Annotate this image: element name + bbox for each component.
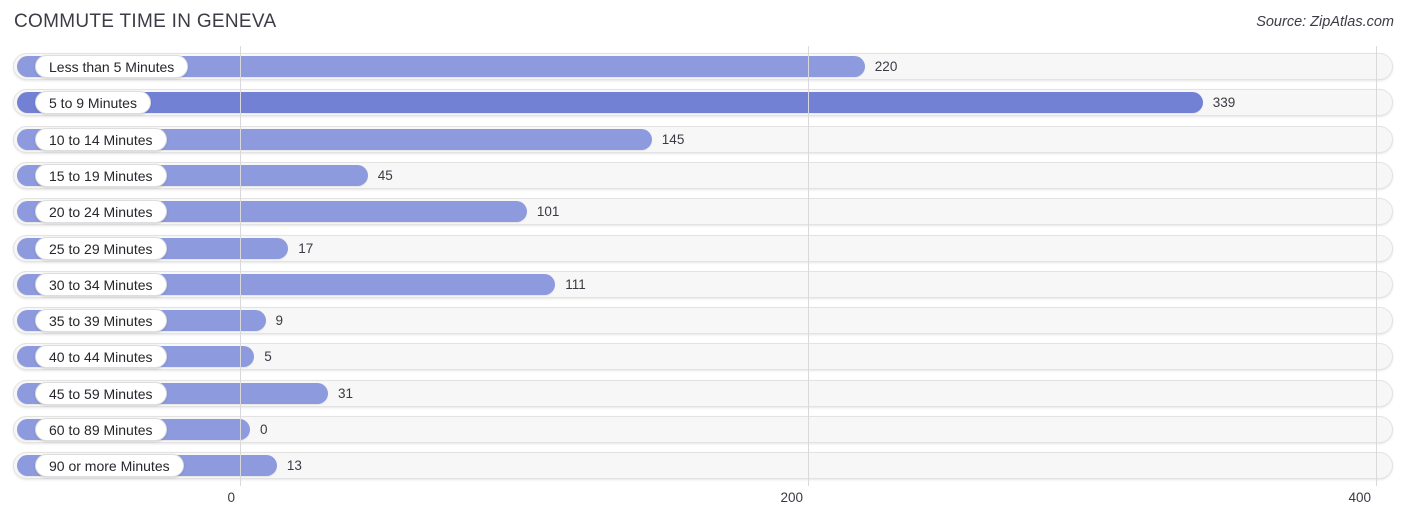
bar-value-label: 9 xyxy=(275,313,284,329)
bar-value-label: 101 xyxy=(536,204,560,220)
bar-value-label: 0 xyxy=(260,422,268,437)
bar-row[interactable]: 45 to 59 Minutes 31 xyxy=(13,379,1393,407)
category-label: 30 to 34 Minutes xyxy=(35,272,167,296)
category-label: 15 to 19 Minutes xyxy=(35,163,167,187)
bar-value-label: 31 xyxy=(338,385,354,401)
page-title: COMMUTE TIME IN GENEVA xyxy=(14,11,277,32)
plot-area: Less than 5 Minutes 220 5 to 9 Minutes 339 1… xyxy=(0,46,1406,486)
bar-row[interactable]: 60 to 89 Minutes 0 xyxy=(13,416,1393,443)
x-axis: 0 200 400 xyxy=(0,486,1406,523)
bar-value-label: 339 xyxy=(1212,95,1236,111)
x-axis-tick-label: 0 xyxy=(227,490,235,505)
category-label: 60 to 89 Minutes xyxy=(35,418,167,441)
category-label: Less than 5 Minutes xyxy=(35,55,189,78)
bar-row[interactable]: 10 to 14 Minutes 145 xyxy=(13,125,1393,153)
bar-value-label: 45 xyxy=(377,167,393,183)
bar-value-label: 17 xyxy=(298,240,314,256)
x-axis-tick-label: 200 xyxy=(780,490,803,505)
bar-row[interactable]: Less than 5 Minutes 220 xyxy=(13,53,1393,80)
bar[interactable] xyxy=(17,92,1203,114)
category-label: 90 or more Minutes xyxy=(35,454,184,478)
bar-value-label: 220 xyxy=(874,59,898,74)
category-label: 40 to 44 Minutes xyxy=(35,345,167,369)
bar-rows: Less than 5 Minutes 220 5 to 9 Minutes 339 1… xyxy=(0,46,1406,486)
category-label: 45 to 59 Minutes xyxy=(35,381,167,405)
bar-row[interactable]: 90 or more Minutes 13 xyxy=(13,452,1393,480)
bar-row[interactable]: 35 to 39 Minutes 9 xyxy=(13,307,1393,335)
bar-value-label: 5 xyxy=(264,349,272,365)
bar-row[interactable]: 20 to 24 Minutes 101 xyxy=(13,198,1393,226)
category-label: 25 to 29 Minutes xyxy=(35,236,167,260)
bar-value-label: 111 xyxy=(565,276,586,292)
bar-row[interactable]: 25 to 29 Minutes 17 xyxy=(13,234,1393,262)
bar-row[interactable]: 30 to 34 Minutes 111 xyxy=(13,270,1393,298)
bar-value-label: 13 xyxy=(286,458,302,474)
category-label: 10 to 14 Minutes xyxy=(35,127,167,151)
bar-row[interactable]: 40 to 44 Minutes 5 xyxy=(13,343,1393,371)
chart-page: COMMUTE TIME IN GENEVA Source: ZipAtlas.… xyxy=(0,0,1406,523)
category-label: 35 to 39 Minutes xyxy=(35,309,167,333)
x-axis-tick-label: 400 xyxy=(1348,490,1371,505)
source-attribution: Source: ZipAtlas.com xyxy=(1256,14,1394,30)
category-label: 5 to 9 Minutes xyxy=(35,91,151,115)
category-label: 20 to 24 Minutes xyxy=(35,200,167,224)
bar-row[interactable]: 5 to 9 Minutes 339 xyxy=(13,89,1393,117)
bar-row[interactable]: 15 to 19 Minutes 45 xyxy=(13,161,1393,189)
bar-value-label: 145 xyxy=(661,131,685,147)
chart-header: COMMUTE TIME IN GENEVA Source: ZipAtlas.… xyxy=(0,0,1406,46)
